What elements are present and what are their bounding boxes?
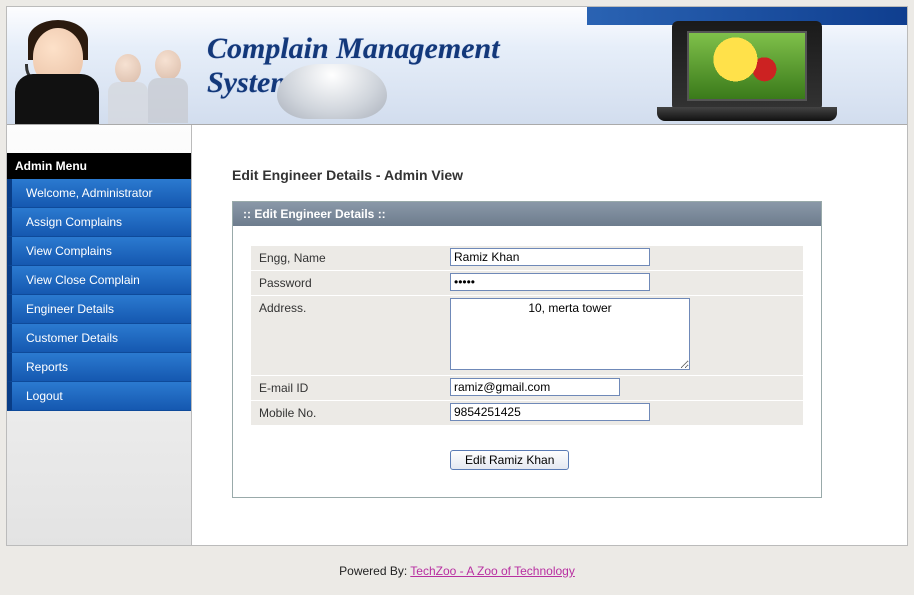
label-mobile: Mobile No.: [251, 401, 446, 425]
sidebar-item-logout[interactable]: Logout: [7, 382, 191, 411]
panel-body: Engg, Name Password Address.: [233, 226, 821, 497]
sidebar-item-welcome[interactable]: Welcome, Administrator: [7, 179, 191, 208]
banner-people-graphic: [7, 7, 207, 124]
coworkers-icon: [105, 24, 205, 124]
edit-engineer-panel: :: Edit Engineer Details :: Engg, Name P…: [232, 201, 822, 498]
sidebar-item-customer-details[interactable]: Customer Details: [7, 324, 191, 353]
engineer-name-input[interactable]: [450, 248, 650, 266]
app-container: Complain Management System Admin Menu We…: [6, 6, 908, 546]
header-banner: Complain Management System: [7, 7, 907, 125]
footer-techzoo-link[interactable]: TechZoo - A Zoo of Technology: [410, 564, 575, 578]
sidebar-item-label: View Complains: [26, 244, 112, 258]
edit-submit-button[interactable]: Edit Ramiz Khan: [450, 450, 569, 470]
row-engineer-name: Engg, Name: [251, 246, 803, 271]
sidebar-item-label: View Close Complain: [26, 273, 140, 287]
password-input[interactable]: [450, 273, 650, 291]
footer-powered-label: Powered By:: [339, 564, 410, 578]
sidebar-item-label: Assign Complains: [26, 215, 122, 229]
sidebar-item-view-complains[interactable]: View Complains: [7, 237, 191, 266]
headset-agent-icon: [15, 14, 105, 124]
mobile-input[interactable]: [450, 403, 650, 421]
row-mobile: Mobile No.: [251, 401, 803, 426]
page-title: Edit Engineer Details - Admin View: [232, 167, 877, 183]
sidebar-item-label: Engineer Details: [26, 302, 114, 316]
address-input[interactable]: [450, 298, 690, 370]
sidebar-item-reports[interactable]: Reports: [7, 353, 191, 382]
app-title: Complain Management System: [207, 7, 587, 124]
banner-laptop-graphic: [587, 7, 907, 124]
label-email: E-mail ID: [251, 376, 446, 400]
email-input[interactable]: [450, 378, 620, 396]
row-address: Address.: [251, 296, 803, 376]
row-email: E-mail ID: [251, 376, 803, 401]
footer: Powered By: TechZoo - A Zoo of Technolog…: [6, 546, 908, 582]
panel-header: :: Edit Engineer Details ::: [233, 202, 821, 226]
label-password: Password: [251, 271, 446, 295]
sidebar-item-assign-complains[interactable]: Assign Complains: [7, 208, 191, 237]
sidebar: Admin Menu Welcome, Administrator Assign…: [7, 125, 192, 545]
sidebar-item-label: Welcome, Administrator: [26, 186, 153, 200]
sidebar-heading: Admin Menu: [7, 153, 191, 179]
row-submit: Edit Ramiz Khan: [251, 426, 803, 473]
row-password: Password: [251, 271, 803, 296]
sidebar-item-view-close-complain[interactable]: View Close Complain: [7, 266, 191, 295]
sidebar-item-label: Reports: [26, 360, 68, 374]
laptop-icon: [672, 21, 822, 111]
sidebar-item-engineer-details[interactable]: Engineer Details: [7, 295, 191, 324]
computer-mouse-icon: [277, 64, 387, 119]
label-engineer-name: Engg, Name: [251, 246, 446, 270]
main-layout: Admin Menu Welcome, Administrator Assign…: [7, 125, 907, 545]
sidebar-item-label: Logout: [26, 389, 63, 403]
content-area: Edit Engineer Details - Admin View :: Ed…: [192, 125, 907, 545]
label-address: Address.: [251, 296, 446, 320]
sidebar-item-label: Customer Details: [26, 331, 118, 345]
